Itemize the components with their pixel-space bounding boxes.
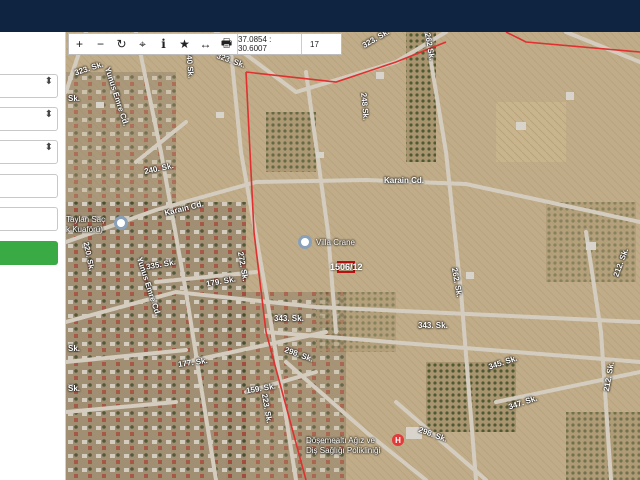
select-neighborhood[interactable]: ⬍ (0, 140, 58, 164)
taylan-location-pin-icon[interactable] (114, 216, 128, 230)
map-imagery (66, 32, 640, 480)
satellite-map[interactable]: 323. Sk. Yunus Emre Cd. 240 Sk. 323. Sk.… (66, 32, 640, 480)
street-label: Sk. (68, 94, 81, 103)
poi-label-taylan-2: k Kuaförü) (66, 225, 103, 234)
zoom-out-button[interactable]: − (90, 34, 111, 54)
refresh-icon[interactable]: ↻ (111, 34, 132, 54)
info-icon[interactable]: i (153, 34, 174, 54)
coordinates-readout: 37.0854 : 30.6007 (237, 34, 301, 54)
street-label: 343. Sk. (418, 321, 448, 330)
street-label: Sk. (68, 344, 81, 353)
parcel-number-input[interactable] (0, 207, 58, 231)
select-province[interactable]: ⬍ (0, 74, 58, 98)
search-sidebar: ⬍ ⬍ ⬍ (0, 32, 66, 480)
print-icon[interactable]: 🖶 (216, 34, 237, 54)
zoom-in-button[interactable]: + (69, 34, 90, 54)
query-button[interactable] (0, 241, 58, 265)
select-caret-icon: ⬍ (44, 76, 53, 87)
select-caret-icon: ⬍ (44, 142, 53, 153)
map-toolbar: + − ↻ ⌖ i ★ ↔ 🖶 37.0854 : 30.6007 17 (68, 33, 342, 55)
top-navigation-bar (0, 0, 640, 32)
select-district[interactable]: ⬍ (0, 107, 58, 131)
star-icon[interactable]: ★ (174, 34, 195, 54)
zoom-level-readout: 17 (301, 34, 327, 54)
measure-icon[interactable]: ↔ (195, 34, 216, 54)
hospital-icon[interactable]: H (392, 434, 404, 446)
street-label: Karain Cd. (384, 176, 425, 185)
poi-label-clinic: Döşemealtı Ağız ve (306, 436, 375, 445)
parcel-number-label: 1506/12 (330, 262, 363, 272)
select-caret-icon: ⬍ (44, 109, 53, 120)
poi-label-villa: Villa Crane (316, 238, 355, 247)
street-label: Sk. (68, 384, 81, 393)
poi-label-clinic-2: Diş Sağlığı Polikliniği (306, 446, 381, 455)
street-label: 343. Sk. (274, 314, 304, 323)
locate-icon[interactable]: ⌖ (132, 34, 153, 54)
villa-location-pin-icon[interactable] (298, 235, 312, 249)
block-number-input[interactable] (0, 174, 58, 198)
poi-label-taylan: Taylan Saç (66, 215, 106, 224)
